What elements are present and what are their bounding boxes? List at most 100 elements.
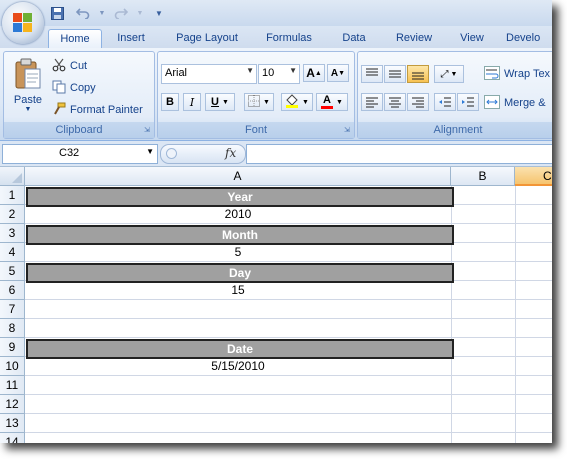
wrap-text-button[interactable]: Wrap Tex	[484, 64, 550, 84]
bold-button[interactable]: B	[161, 93, 179, 111]
value-cell[interactable]: 15	[25, 281, 451, 299]
tab-formulas[interactable]: Formulas	[258, 29, 320, 48]
office-button[interactable]	[2, 2, 44, 44]
tab-data[interactable]: Data	[334, 29, 374, 48]
italic-button[interactable]: I	[183, 93, 201, 111]
header-cell[interactable]: Day	[26, 263, 454, 283]
column-header-a[interactable]: A	[25, 167, 451, 186]
value-cell[interactable]	[25, 414, 451, 432]
scissors-icon	[52, 58, 66, 75]
row-header[interactable]: 10	[0, 357, 25, 376]
shrink-font-icon: A	[330, 67, 339, 79]
bold-icon: B	[166, 96, 174, 108]
cut-label: Cut	[70, 60, 88, 72]
align-left-button[interactable]	[361, 93, 383, 111]
tab-review[interactable]: Review	[388, 29, 440, 48]
value-cell[interactable]	[25, 395, 451, 413]
header-cell[interactable]: Date	[26, 339, 454, 359]
value-cell[interactable]: 2010	[25, 205, 451, 223]
tab-view[interactable]: View	[452, 29, 492, 48]
office-logo-icon	[13, 13, 33, 33]
paste-button[interactable]: Paste ▼	[8, 58, 48, 120]
middle-align-button[interactable]	[384, 65, 406, 83]
row-header[interactable]: 12	[0, 395, 25, 414]
customize-icon[interactable]: ▼	[152, 6, 166, 20]
decrease-indent-button[interactable]	[434, 93, 456, 111]
value-cell[interactable]: 5	[25, 243, 451, 261]
insert-function-icon[interactable]: fx	[225, 146, 236, 160]
table-row	[25, 300, 552, 319]
select-all-button[interactable]	[0, 167, 25, 186]
top-align-button[interactable]	[361, 65, 383, 83]
align-center-icon	[389, 97, 401, 108]
tab-insert[interactable]: Insert	[108, 29, 154, 48]
table-row	[25, 395, 552, 414]
row-header[interactable]: 11	[0, 376, 25, 395]
align-center-button[interactable]	[384, 93, 406, 111]
clipboard-group-label: Clipboard	[4, 122, 154, 138]
row-header[interactable]: 13	[0, 414, 25, 433]
row-header[interactable]: 6	[0, 281, 25, 300]
row-header[interactable]: 2	[0, 205, 25, 224]
value-cell[interactable]	[25, 433, 451, 443]
align-right-button[interactable]	[407, 93, 429, 111]
borders-button[interactable]: ▼	[244, 93, 274, 111]
font-size-combo[interactable]: 10 ▼	[258, 64, 300, 84]
column-header-c[interactable]: C	[515, 167, 552, 186]
underline-button[interactable]: U ▼	[205, 93, 235, 111]
value-cell[interactable]	[25, 319, 451, 337]
grow-font-button[interactable]: A ▲	[303, 64, 325, 82]
increase-indent-button[interactable]	[457, 93, 479, 111]
shrink-font-button[interactable]: A ▼	[327, 64, 349, 82]
tab-home[interactable]: Home	[48, 29, 102, 49]
row-header[interactable]: 4	[0, 243, 25, 262]
table-row: Day	[25, 262, 552, 283]
expand-handle-icon[interactable]	[166, 148, 177, 159]
font-color-button[interactable]: A ▼	[316, 93, 348, 111]
value-cell[interactable]	[25, 376, 451, 394]
save-icon[interactable]	[50, 6, 64, 20]
table-row: Date	[25, 338, 552, 359]
value-cell[interactable]: 5/15/2010	[25, 357, 451, 375]
font-size-value: 10	[262, 67, 275, 79]
name-box[interactable]: C32 ▼	[2, 144, 158, 164]
cut-button[interactable]: Cut	[52, 56, 87, 76]
row-header[interactable]: 5	[0, 262, 25, 281]
table-row	[25, 433, 552, 443]
row-header[interactable]: 14	[0, 433, 25, 443]
row-header[interactable]: 1	[0, 186, 25, 205]
orientation-icon: ⤢	[440, 68, 449, 80]
copy-button[interactable]: Copy	[52, 78, 96, 98]
font-launcher-icon[interactable]: ⇲	[344, 127, 352, 135]
quick-access-toolbar: ▼ ▼ ▼	[50, 5, 166, 21]
bottom-align-button[interactable]	[407, 65, 429, 83]
row-header[interactable]: 7	[0, 300, 25, 319]
row-header[interactable]: 3	[0, 224, 25, 243]
italic-icon: I	[189, 95, 195, 109]
header-cell[interactable]: Month	[26, 225, 454, 245]
header-cell[interactable]: Year	[26, 187, 454, 207]
undo-icon[interactable]	[76, 6, 90, 20]
undo-dropdown-icon[interactable]: ▼	[95, 6, 109, 20]
paste-icon	[15, 58, 41, 89]
row-header[interactable]: 8	[0, 319, 25, 338]
font-name-combo[interactable]: Arial ▼	[161, 64, 257, 84]
alignment-group: ⤢ ▼ Wrap Tex Merge & Alignment	[357, 51, 552, 139]
chevron-down-icon[interactable]: ▼	[146, 147, 154, 156]
row-header[interactable]: 9	[0, 338, 25, 357]
paste-dropdown-icon[interactable]: ▼	[8, 106, 48, 113]
paintbrush-icon	[52, 102, 66, 119]
value-cell[interactable]	[25, 300, 451, 318]
format-painter-button[interactable]: Format Painter	[52, 100, 143, 120]
tab-developer[interactable]: Develo	[506, 29, 552, 48]
orientation-button[interactable]: ⤢ ▼	[434, 65, 464, 83]
increase-indent-icon	[462, 97, 474, 107]
redo-icon[interactable]	[114, 6, 128, 20]
tab-page-layout[interactable]: Page Layout	[166, 29, 248, 48]
merge-center-button[interactable]: Merge &	[484, 93, 546, 113]
formula-input[interactable]	[246, 144, 552, 164]
clipboard-launcher-icon[interactable]: ⇲	[144, 127, 152, 135]
redo-dropdown-icon[interactable]: ▼	[133, 6, 147, 20]
column-header-b[interactable]: B	[451, 167, 515, 186]
fill-color-button[interactable]: ▼	[281, 93, 313, 111]
